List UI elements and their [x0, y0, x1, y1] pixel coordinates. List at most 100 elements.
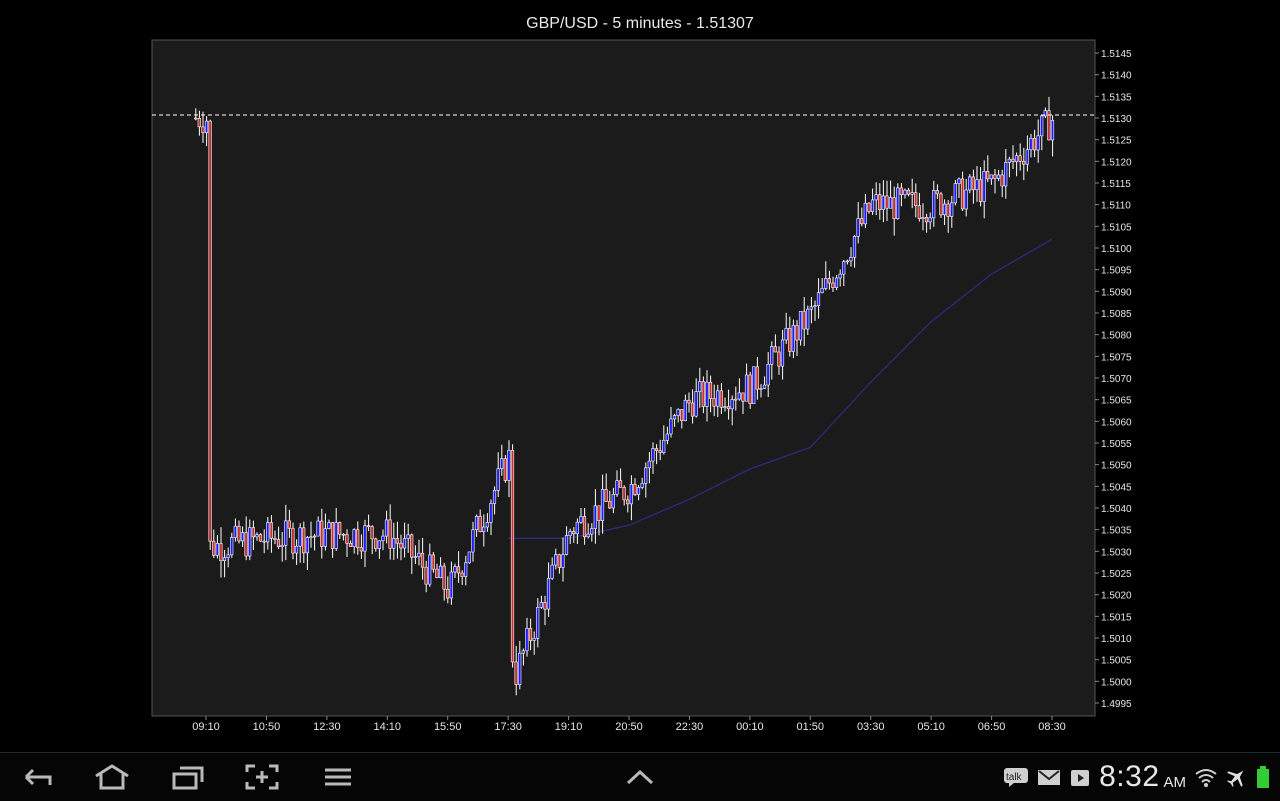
candle-body	[370, 526, 374, 540]
candle-body	[208, 120, 212, 542]
candle-body	[374, 538, 378, 549]
candle-body	[867, 202, 871, 212]
candle-body	[298, 527, 302, 547]
candle-body	[737, 392, 741, 400]
candle-body	[579, 516, 583, 523]
status-area[interactable]: talk 8:32 AM	[1003, 753, 1270, 801]
candle-body	[467, 551, 471, 564]
candle-body	[795, 325, 799, 341]
back-button[interactable]	[16, 759, 60, 795]
candle-body	[582, 516, 587, 538]
y-tick-label: 1.5035	[1101, 526, 1132, 537]
candle-body	[496, 468, 500, 491]
candle-body	[633, 484, 637, 495]
y-axis: 1.4995 1.5000 1.5005 1.5010 1.5015 1.5020 1.50…	[1095, 49, 1132, 710]
candle-body	[762, 384, 767, 389]
candle-body	[395, 538, 399, 544]
candle-body	[543, 602, 547, 610]
y-tick-label: 1.5050	[1101, 461, 1132, 472]
candle-body	[953, 183, 957, 204]
x-tick-label: 10:50	[253, 721, 281, 733]
candle-body	[809, 306, 813, 310]
candle-body	[384, 519, 389, 537]
candle-body	[514, 661, 518, 685]
candle-body	[363, 525, 367, 552]
candle-body	[604, 489, 608, 502]
candle-body	[539, 602, 543, 608]
candlestick-chart[interactable]: 1.4995 1.5000 1.5005 1.5010 1.5015 1.5020 1.50…	[0, 0, 1280, 752]
candle-body	[438, 565, 443, 579]
system-navigation-bar: talk 8:32 AM	[0, 752, 1280, 801]
candle-body	[248, 527, 252, 557]
clock-time: 8:32	[1099, 760, 1160, 793]
candle-body	[597, 505, 601, 521]
up-arrow-icon	[626, 769, 654, 785]
y-tick-label: 1.5090	[1101, 287, 1132, 298]
y-tick-label: 1.5070	[1101, 374, 1132, 385]
recent-apps-button[interactable]	[166, 759, 210, 795]
candle-body	[669, 418, 673, 435]
airplane-mode-icon	[1226, 766, 1248, 788]
candle-body	[564, 535, 569, 555]
candle-body	[777, 351, 781, 367]
candle-body	[377, 540, 381, 549]
candle-body	[723, 406, 727, 408]
x-tick-label: 14:10	[374, 721, 402, 733]
candle-body	[906, 189, 911, 195]
candle-body	[806, 308, 810, 330]
candle-body	[194, 117, 198, 120]
home-button[interactable]	[90, 759, 134, 795]
candle-body	[870, 199, 875, 212]
candle-body	[312, 535, 317, 538]
candle-body	[392, 538, 396, 549]
x-tick-label: 08:30	[1038, 721, 1066, 733]
y-tick-label: 1.5110	[1101, 201, 1131, 212]
candle-body	[618, 480, 623, 488]
candle-body	[705, 381, 709, 407]
candle-body	[212, 540, 216, 556]
y-tick-label: 1.5040	[1101, 504, 1132, 515]
candle-body	[273, 537, 277, 540]
candle-body	[712, 398, 716, 407]
candle-body	[230, 537, 234, 556]
candle-body	[453, 566, 457, 573]
candle-body	[510, 450, 515, 663]
candle-body	[766, 363, 770, 386]
candle-body	[993, 174, 997, 179]
candle-body	[251, 527, 255, 538]
candle-body	[521, 650, 525, 654]
candle-body	[276, 539, 281, 548]
candle-body	[838, 273, 842, 279]
candle-body	[611, 493, 615, 509]
candle-body	[266, 522, 270, 543]
clock-ampm: AM	[1163, 773, 1187, 791]
y-tick-label: 1.5080	[1101, 331, 1132, 342]
candle-body	[222, 557, 227, 562]
candle-body	[802, 311, 806, 330]
x-tick-label: 12:30	[313, 721, 341, 733]
y-tick-label: 1.5045	[1101, 482, 1132, 493]
up-arrow-button[interactable]	[618, 759, 662, 795]
candle-body	[658, 450, 662, 453]
candle-body	[816, 292, 821, 306]
screenshot-button[interactable]	[240, 759, 284, 795]
y-tick-label: 1.5030	[1101, 547, 1132, 558]
candle-body	[1011, 158, 1015, 163]
y-tick-label: 1.5120	[1101, 157, 1132, 168]
candle-body	[316, 520, 320, 537]
candle-body	[302, 527, 306, 554]
back-icon	[24, 768, 52, 786]
candle-body	[780, 339, 785, 367]
candle-body	[341, 533, 345, 536]
candle-body	[1032, 137, 1037, 151]
candle-body	[1029, 137, 1033, 151]
menu-button[interactable]	[316, 759, 360, 795]
x-tick-label: 05:10	[917, 721, 945, 733]
x-tick-label: 15:50	[434, 721, 462, 733]
candle-body	[726, 406, 731, 410]
candle-body	[798, 311, 803, 341]
candle-body	[320, 520, 324, 547]
candle-body	[327, 522, 331, 529]
candle-body	[849, 256, 853, 262]
x-tick-label: 00:10	[736, 721, 764, 733]
